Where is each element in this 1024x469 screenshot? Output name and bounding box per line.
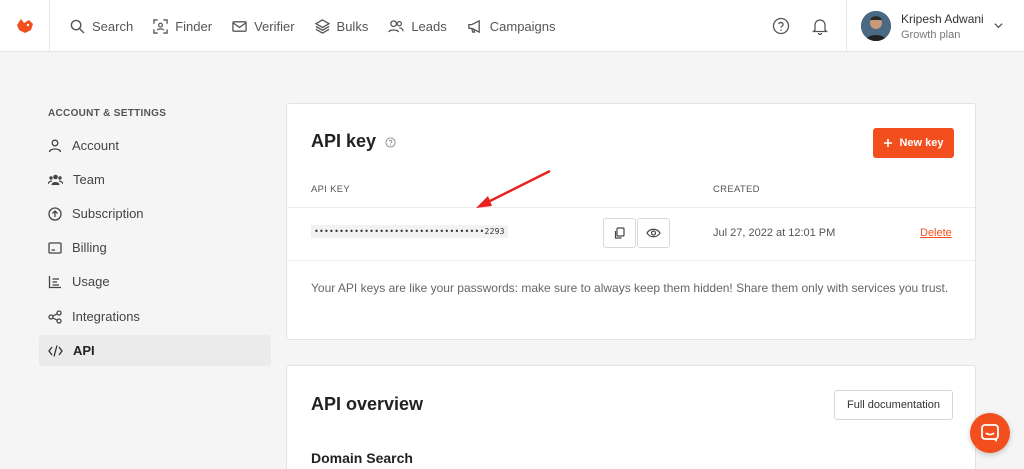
fox-logo-icon	[16, 19, 33, 33]
sidebar-item-usage[interactable]: Usage	[39, 266, 271, 297]
eye-icon	[646, 228, 661, 238]
created-date: Jul 27, 2022 at 12:01 PM	[713, 227, 836, 239]
search-icon	[70, 19, 85, 34]
user-name: Kripesh Adwani	[901, 11, 984, 26]
avatar-image-icon	[861, 11, 891, 41]
api-overview-card: API overview Full documentation Domain S…	[286, 365, 976, 469]
chat-widget-button[interactable]	[970, 413, 1010, 453]
nav-item-verifier[interactable]: Verifier	[232, 18, 295, 34]
api-key-card: API key New key API KEY CREATED ••••••••…	[286, 103, 976, 340]
nav-item-bulks[interactable]: Bulks	[314, 18, 369, 34]
chevron-down-icon	[994, 23, 1003, 29]
user-icon	[48, 139, 62, 152]
api-key-title: API key	[311, 131, 396, 152]
app-logo[interactable]	[0, 0, 50, 52]
nav-item-leads[interactable]: Leads	[388, 18, 447, 34]
sidebar-item-api[interactable]: API	[39, 335, 271, 366]
code-icon	[48, 344, 63, 357]
nav-label: Leads	[411, 18, 447, 34]
sidebar-item-label: Subscription	[72, 206, 144, 221]
nav-label: Finder	[175, 18, 213, 34]
sidebar-item-label: API	[73, 343, 95, 358]
layers-icon	[314, 18, 330, 34]
share-nodes-icon	[48, 309, 62, 324]
copy-key-button[interactable]	[603, 218, 636, 248]
sidebar-item-label: Billing	[72, 240, 107, 255]
new-key-label: New key	[899, 137, 944, 149]
user-plan: Growth plan	[901, 28, 961, 41]
help-circle-icon	[772, 17, 790, 35]
help-button[interactable]	[771, 16, 791, 36]
delete-key-link[interactable]: Delete	[920, 227, 952, 239]
column-header-created: CREATED	[713, 184, 760, 195]
usage-chart-icon	[48, 275, 61, 288]
nav-label: Bulks	[336, 18, 369, 34]
full-documentation-button[interactable]: Full documentation	[834, 390, 953, 420]
divider	[287, 207, 975, 208]
api-key-title-text: API key	[311, 131, 377, 151]
arrow-up-circle-icon	[48, 206, 62, 221]
sidebar-item-label: Usage	[72, 274, 110, 289]
divider	[287, 260, 975, 261]
top-navigation-bar: Search Finder Verifier Bulks Leads Campa…	[0, 0, 1024, 52]
help-circle-icon[interactable]	[385, 137, 396, 148]
megaphone-icon	[468, 19, 480, 33]
billing-icon	[48, 241, 62, 254]
nav-item-search[interactable]: Search	[70, 19, 133, 34]
verifier-icon	[232, 20, 247, 32]
sidebar-item-label: Team	[73, 172, 105, 187]
new-key-button[interactable]: New key	[873, 128, 954, 158]
team-icon	[48, 174, 63, 185]
sidebar-item-label: Integrations	[72, 309, 140, 324]
users-icon	[388, 19, 404, 32]
copy-icon	[614, 226, 625, 239]
avatar	[861, 11, 891, 41]
reveal-key-button[interactable]	[637, 218, 670, 248]
nav-label: Verifier	[254, 18, 295, 34]
nav-label: Search	[92, 18, 134, 34]
sidebar-item-integrations[interactable]: Integrations	[39, 301, 271, 332]
finder-icon	[153, 18, 168, 34]
chat-icon	[981, 424, 999, 442]
user-menu[interactable]: Kripesh Adwani Growth plan	[846, 0, 1024, 52]
api-overview-title: API overview	[311, 394, 424, 414]
nav-item-finder[interactable]: Finder	[153, 19, 212, 34]
nav-label: Campaigns	[489, 18, 556, 34]
sidebar-item-subscription[interactable]: Subscription	[39, 198, 271, 229]
sidebar-item-account[interactable]: Account	[39, 130, 271, 161]
api-key-value: ••••••••••••••••••••••••••••••••••2293	[311, 225, 508, 238]
column-header-api-key: API KEY	[311, 184, 351, 195]
sidebar-item-label: Account	[72, 138, 119, 153]
sidebar-item-team[interactable]: Team	[39, 164, 271, 195]
sidebar-title: ACCOUNT & SETTINGS	[48, 108, 167, 119]
sidebar-item-billing[interactable]: Billing	[39, 232, 271, 263]
plus-icon	[884, 139, 893, 147]
main-nav: Search Finder Verifier Bulks Leads Campa…	[70, 0, 576, 52]
bell-icon	[812, 18, 828, 35]
notifications-button[interactable]	[810, 16, 830, 36]
domain-search-heading: Domain Search	[311, 450, 413, 466]
api-key-note: Your API keys are like your passwords: m…	[311, 281, 949, 295]
annotation-arrow-icon	[476, 169, 551, 208]
nav-item-campaigns[interactable]: Campaigns	[467, 19, 556, 34]
